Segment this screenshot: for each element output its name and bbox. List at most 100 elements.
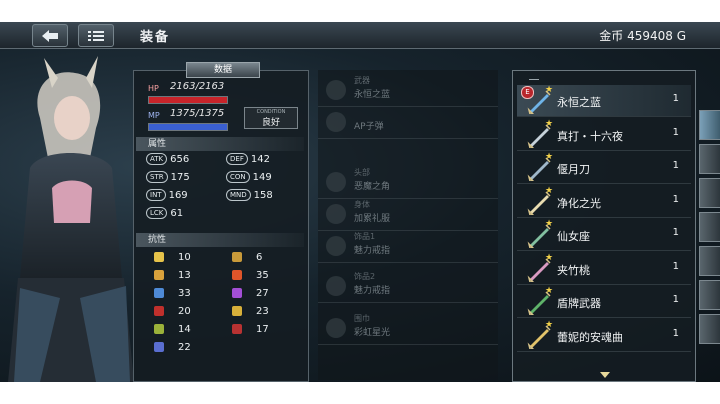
resistance-value: 35 bbox=[256, 270, 269, 281]
resistance-value: 27 bbox=[256, 288, 269, 299]
stats-panel: 数据 HP 2163/2163 MP 1375/1375 CONDITION 良… bbox=[133, 62, 309, 382]
attribute-lck: LCK 61 bbox=[146, 207, 183, 219]
rarity-star-icon: ★ bbox=[545, 118, 554, 129]
resistance-item: 27 bbox=[232, 288, 269, 299]
weapon-row[interactable]: ★ 净化之光 1 bbox=[517, 186, 691, 218]
weapon-row[interactable]: ★ 真打・十六夜 1 bbox=[517, 119, 691, 151]
weapon-row[interactable]: ★ 永恒之蓝 1 E bbox=[517, 85, 691, 117]
weapon-row[interactable]: ★ 盾牌武器 1 bbox=[517, 286, 691, 318]
attributes-header: 属性 bbox=[136, 137, 304, 151]
character-portrait bbox=[8, 56, 134, 382]
mp-label: MP bbox=[148, 111, 160, 120]
equipment-slot[interactable]: 头部 恶魔之角 bbox=[318, 166, 498, 199]
resistance-value: 33 bbox=[178, 288, 191, 299]
equipped-badge: E bbox=[521, 86, 534, 99]
equipment-slot[interactable]: AP子弹 bbox=[318, 106, 498, 139]
attribute-value: 142 bbox=[250, 154, 270, 165]
weapon-name: 净化之光 bbox=[557, 196, 601, 210]
attribute-str: STR 175 bbox=[146, 171, 190, 183]
slot-item-name: 永恒之蓝 bbox=[354, 90, 391, 100]
scroll-down-icon[interactable] bbox=[599, 371, 611, 379]
resistance-item: 17 bbox=[232, 324, 269, 335]
weapon-quantity: 1 bbox=[672, 160, 679, 171]
mp-bar bbox=[148, 123, 228, 131]
attribute-atk: ATK 656 bbox=[146, 153, 189, 165]
weapon-name: 夹竹桃 bbox=[557, 263, 590, 277]
resistances-header: 抗性 bbox=[136, 233, 304, 247]
equipment-slot[interactable]: 身体 加累礼服 bbox=[318, 198, 498, 231]
resistance-item: 22 bbox=[154, 342, 191, 353]
fist-icon bbox=[154, 270, 164, 280]
attribute-mnd: MND 158 bbox=[226, 189, 273, 201]
poison-icon bbox=[154, 306, 164, 316]
hp-bar bbox=[148, 96, 228, 104]
equipment-slot[interactable]: 饰品2 魅力戒指 bbox=[318, 270, 498, 303]
attribute-abbr: CON bbox=[226, 171, 250, 183]
feather-icon bbox=[232, 252, 242, 262]
attribute-abbr: DEF bbox=[226, 153, 248, 165]
weapon-quantity: 1 bbox=[672, 193, 679, 205]
tab-body[interactable] bbox=[699, 178, 720, 208]
slot-item-icon bbox=[326, 318, 346, 338]
earth-icon bbox=[154, 324, 164, 334]
weapon-name: 永恒之蓝 bbox=[557, 96, 601, 109]
equipment-slot[interactable]: 饰品1 魅力戒指 bbox=[318, 230, 498, 263]
back-button[interactable] bbox=[32, 24, 68, 47]
equipment-slot[interactable]: 武器 永恒之蓝 bbox=[318, 74, 498, 107]
weapon-quantity: 1 bbox=[672, 227, 679, 238]
tab-scarf[interactable] bbox=[699, 280, 720, 310]
slot-item-name: 彩虹星光 bbox=[354, 328, 391, 338]
ice-icon bbox=[154, 288, 164, 298]
weapon-row[interactable]: ★ 蕾妮的安魂曲 1 bbox=[517, 320, 691, 352]
attribute-con: CON 149 bbox=[226, 171, 272, 183]
weapon-quantity: 1 bbox=[672, 126, 679, 138]
tab-accessory-2[interactable] bbox=[699, 246, 720, 276]
slot-item-name: 魅力戒指 bbox=[354, 246, 391, 256]
rarity-star-icon: ★ bbox=[545, 286, 554, 296]
rarity-star-icon: ★ bbox=[545, 219, 554, 229]
slot-category: 围巾 bbox=[354, 314, 370, 323]
stats-panel-title: 数据 bbox=[186, 62, 260, 78]
category-tabs bbox=[697, 82, 720, 362]
lightning-icon bbox=[232, 288, 242, 298]
resistance-item: 35 bbox=[232, 270, 269, 281]
slot-item-icon bbox=[326, 204, 346, 224]
tab-head[interactable] bbox=[699, 144, 720, 174]
dark-icon bbox=[232, 324, 242, 334]
menu-button[interactable] bbox=[78, 24, 114, 47]
rarity-star-icon: ★ bbox=[545, 85, 554, 95]
condition-box: CONDITION 良好 bbox=[244, 107, 298, 129]
page-title: 装备 bbox=[140, 30, 171, 45]
tab-misc[interactable] bbox=[699, 314, 720, 344]
attribute-def: DEF 142 bbox=[226, 153, 270, 165]
resistance-item: 33 bbox=[154, 288, 191, 299]
tab-accessory-1[interactable] bbox=[699, 212, 720, 242]
hp-value: 2163/2163 bbox=[170, 81, 225, 92]
rarity-star-icon: ★ bbox=[545, 252, 554, 263]
light-icon bbox=[232, 306, 242, 316]
fire-icon bbox=[232, 270, 242, 280]
attribute-value: 61 bbox=[170, 208, 184, 219]
attribute-abbr: ATK bbox=[146, 153, 168, 165]
attribute-value: 169 bbox=[168, 190, 188, 201]
slot-item-name: 加累礼服 bbox=[354, 214, 391, 224]
resistance-value: 10 bbox=[178, 252, 191, 263]
resistance-value: 17 bbox=[256, 324, 269, 335]
equipment-slot[interactable]: 围巾 彩虹星光 bbox=[318, 312, 498, 345]
weapon-name: 偃月刀 bbox=[557, 163, 590, 176]
condition-value: 良好 bbox=[261, 118, 280, 128]
weapon-row[interactable]: ★ 偃月刀 1 bbox=[517, 152, 691, 184]
resistance-item: 10 bbox=[154, 252, 191, 263]
attribute-abbr: STR bbox=[146, 171, 168, 183]
slot-item-icon bbox=[326, 236, 346, 256]
back-arrow-icon bbox=[42, 29, 58, 42]
game-screen: 装备 金币 459408 G 数据 HP 2163/2163 MP 1375/1… bbox=[0, 22, 720, 382]
weapon-row[interactable]: ★ 夹竹桃 1 bbox=[517, 253, 691, 285]
gold-counter: 金币 459408 G bbox=[599, 29, 686, 43]
attribute-abbr: LCK bbox=[146, 207, 168, 219]
weapon-row[interactable]: ★ 仙女座 1 bbox=[517, 219, 691, 251]
slot-category: 饰品2 bbox=[354, 272, 376, 281]
equipment-slots: 武器 永恒之蓝 AP子弹 头部 恶魔之角 身体 加累礼服 饰品1 魅力戒指 饰品2 魅力戒指 围巾 彩虹… bbox=[318, 70, 498, 380]
slot-item-icon bbox=[326, 80, 346, 100]
tab-weapon[interactable] bbox=[699, 110, 720, 140]
